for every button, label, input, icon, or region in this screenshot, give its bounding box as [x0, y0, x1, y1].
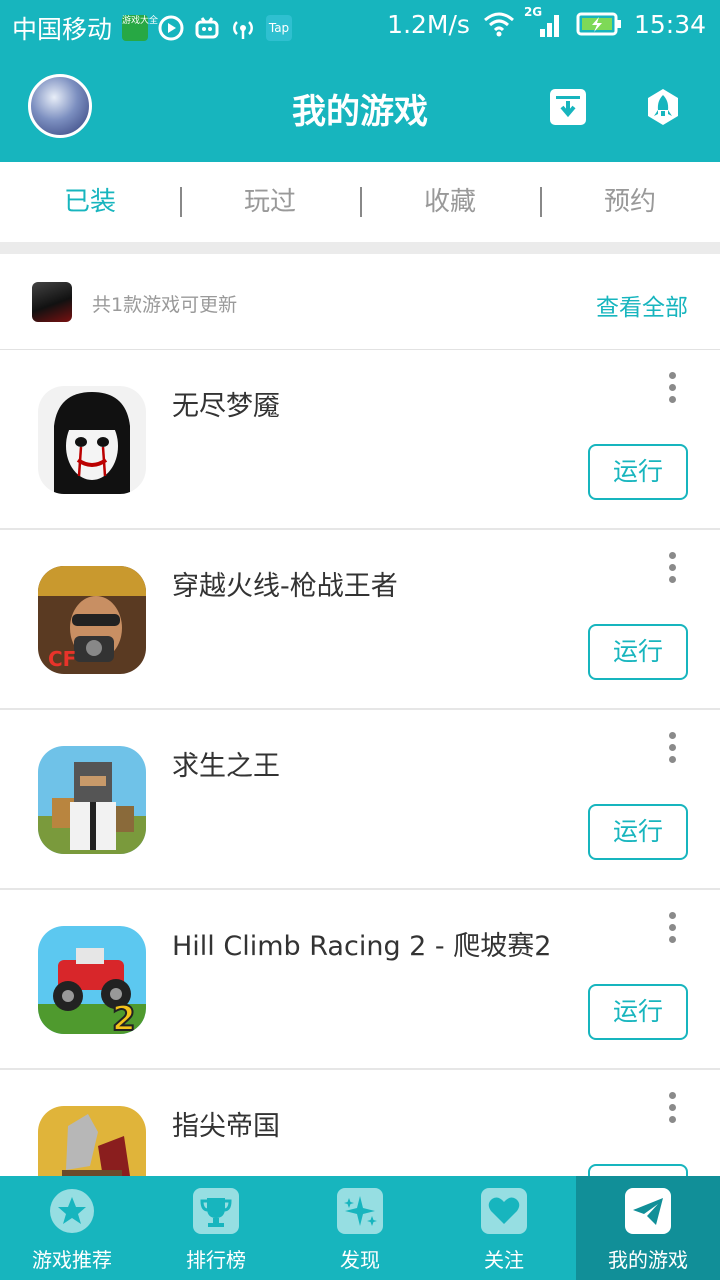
status-bar: 中国移动 游戏大全 Tap 1.2M/s 2G 15:34: [0, 0, 720, 52]
tab-installed[interactable]: 已装: [0, 162, 180, 242]
more-options-icon[interactable]: [664, 732, 680, 766]
svg-text:CF: CF: [48, 647, 76, 671]
update-game-thumbnail: [32, 282, 72, 322]
game-row[interactable]: 无尽梦魇 运行: [0, 350, 720, 530]
game-icon-hill-climb-racing-2[interactable]: 2: [38, 926, 146, 1034]
game-store-notification-icon: 游戏大全: [122, 15, 158, 41]
heart-icon: [481, 1188, 527, 1234]
game-name[interactable]: 指尖帝国: [172, 1104, 280, 1143]
nav-label: 关注: [484, 1248, 524, 1272]
game-name[interactable]: 穿越火线-枪战王者: [172, 564, 398, 603]
nav-label: 我的游戏: [608, 1248, 688, 1272]
rocket-icon[interactable]: [644, 88, 682, 126]
section-divider: [0, 242, 720, 254]
tab-reserved[interactable]: 预约: [540, 162, 720, 242]
game-list: 无尽梦魇 运行 CF 穿越火线-枪战王者 运行 求生之王 运行 2 Hill C…: [0, 350, 720, 1176]
game-icon-endless-nightmare[interactable]: [38, 386, 146, 494]
game-icon-survival-king[interactable]: [38, 746, 146, 854]
update-bar: 共1款游戏可更新 查看全部: [0, 254, 720, 350]
run-button[interactable]: 运行: [588, 624, 688, 680]
run-button[interactable]: 运行: [588, 1164, 688, 1176]
svg-text:2: 2: [112, 999, 136, 1034]
game-icon-crossfire[interactable]: CF: [38, 566, 146, 674]
taptap-notification-icon: Tap: [266, 15, 293, 41]
nav-label: 排行榜: [186, 1248, 246, 1272]
page-title: 我的游戏: [292, 92, 428, 132]
game-row[interactable]: CF 穿越火线-枪战王者 运行: [0, 530, 720, 710]
game-row[interactable]: 2 Hill Climb Racing 2 - 爬坡赛2 运行: [0, 890, 720, 1070]
game-row[interactable]: 指尖帝国 运行: [0, 1070, 720, 1176]
play-notification-icon: [158, 15, 184, 41]
app-header: 我的游戏: [0, 52, 720, 162]
more-options-icon[interactable]: [664, 372, 680, 406]
battery-charging-icon: [576, 12, 621, 36]
download-box-icon[interactable]: [549, 88, 587, 126]
network-speed: 1.2M/s: [387, 9, 470, 39]
game-name[interactable]: 无尽梦魇: [172, 384, 280, 423]
trophy-icon: [193, 1188, 239, 1234]
hotspot-notification-icon: [233, 21, 253, 39]
tab-favorites[interactable]: 收藏: [360, 162, 540, 242]
star-icon: [50, 1189, 94, 1233]
run-button[interactable]: 运行: [588, 804, 688, 860]
more-options-icon[interactable]: [664, 552, 680, 586]
nav-my-games[interactable]: 我的游戏: [576, 1176, 720, 1280]
paper-plane-icon: [625, 1188, 671, 1234]
nav-discover[interactable]: 发现: [288, 1176, 432, 1280]
nav-label: 发现: [340, 1248, 380, 1272]
sparkle-icon: [337, 1188, 383, 1234]
cell-signal-icon: 2G: [524, 5, 564, 39]
nav-follow[interactable]: 关注: [432, 1176, 576, 1280]
update-count-text: 共1款游戏可更新: [92, 294, 238, 316]
game-icon-fingertip-empire[interactable]: [38, 1106, 146, 1176]
game-name[interactable]: Hill Climb Racing 2 - 爬坡赛2: [172, 924, 551, 963]
more-options-icon[interactable]: [664, 1092, 680, 1126]
view-all-link[interactable]: 查看全部: [596, 288, 688, 322]
game-row[interactable]: 求生之王 运行: [0, 710, 720, 890]
bilibili-notification-icon: [195, 17, 219, 39]
tab-bar: 已装 玩过 收藏 预约: [0, 162, 720, 242]
run-button[interactable]: 运行: [588, 984, 688, 1040]
carrier-label: 中国移动: [12, 15, 113, 44]
more-options-icon[interactable]: [664, 912, 680, 946]
nav-label: 游戏推荐: [32, 1248, 112, 1272]
nav-ranking[interactable]: 排行榜: [144, 1176, 288, 1280]
run-button[interactable]: 运行: [588, 444, 688, 500]
nav-recommended[interactable]: 游戏推荐: [0, 1176, 144, 1280]
game-name[interactable]: 求生之王: [172, 744, 280, 783]
clock: 15:34: [633, 9, 706, 39]
tab-played[interactable]: 玩过: [180, 162, 360, 242]
bottom-nav: 游戏推荐 排行榜 发现 关注 我的游戏: [0, 1176, 720, 1280]
wifi-icon: [483, 12, 514, 37]
